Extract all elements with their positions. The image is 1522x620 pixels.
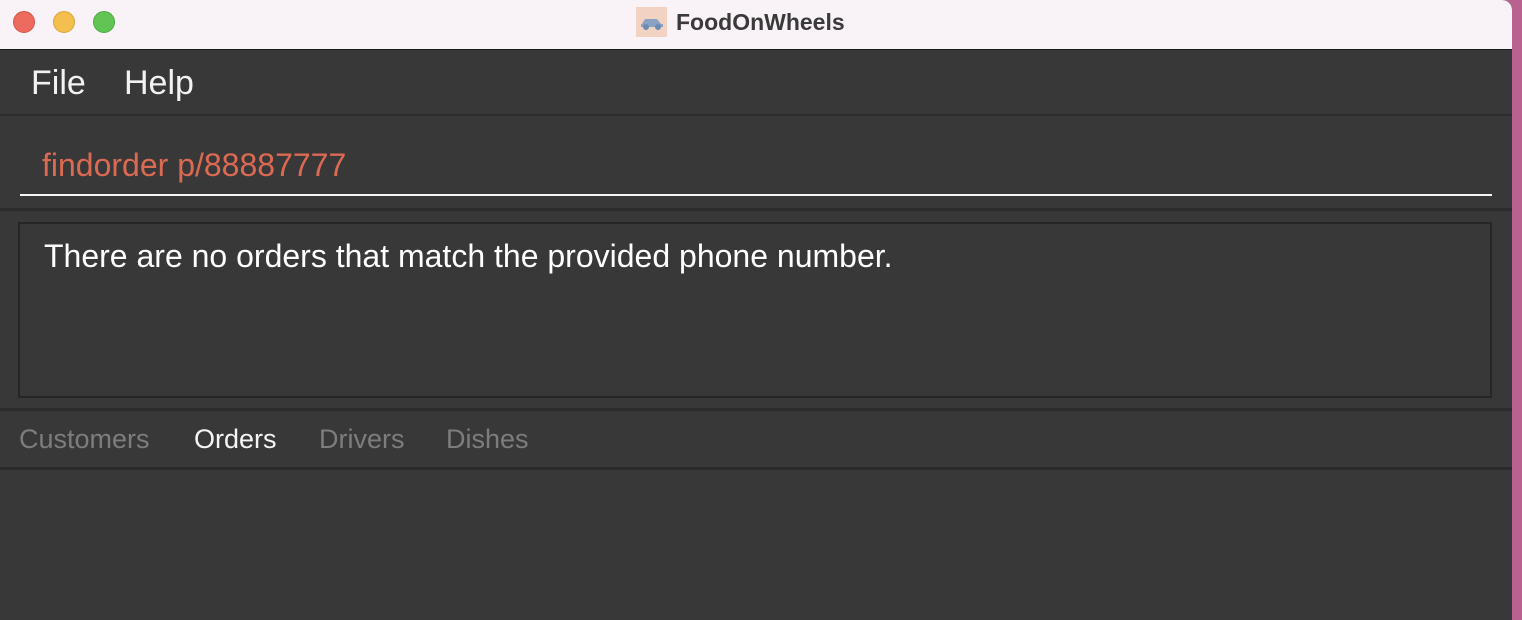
menu-bar: File Help (0, 50, 1512, 116)
menu-file[interactable]: File (31, 64, 86, 103)
orders-list-panel (0, 470, 1512, 620)
result-display: There are no orders that match the provi… (18, 222, 1492, 398)
close-window-button[interactable] (13, 11, 35, 33)
menu-help[interactable]: Help (124, 64, 194, 103)
tab-customers[interactable]: Customers (19, 424, 150, 455)
title-bar: FoodOnWheels (0, 0, 1512, 50)
command-input[interactable] (20, 136, 1492, 196)
command-box (0, 116, 1512, 211)
window-title-group: FoodOnWheels (636, 6, 845, 38)
result-message: There are no orders that match the provi… (44, 238, 893, 274)
tab-drivers[interactable]: Drivers (319, 424, 405, 455)
delivery-car-icon (636, 7, 667, 37)
tab-dishes[interactable]: Dishes (446, 424, 529, 455)
tab-bar: Customers Orders Drivers Dishes (0, 411, 1512, 470)
maximize-window-button[interactable] (93, 11, 115, 33)
window-title: FoodOnWheels (676, 8, 845, 35)
minimize-window-button[interactable] (53, 11, 75, 33)
app-window: FoodOnWheels File Help There are no orde… (0, 0, 1512, 620)
tab-orders[interactable]: Orders (194, 424, 277, 455)
